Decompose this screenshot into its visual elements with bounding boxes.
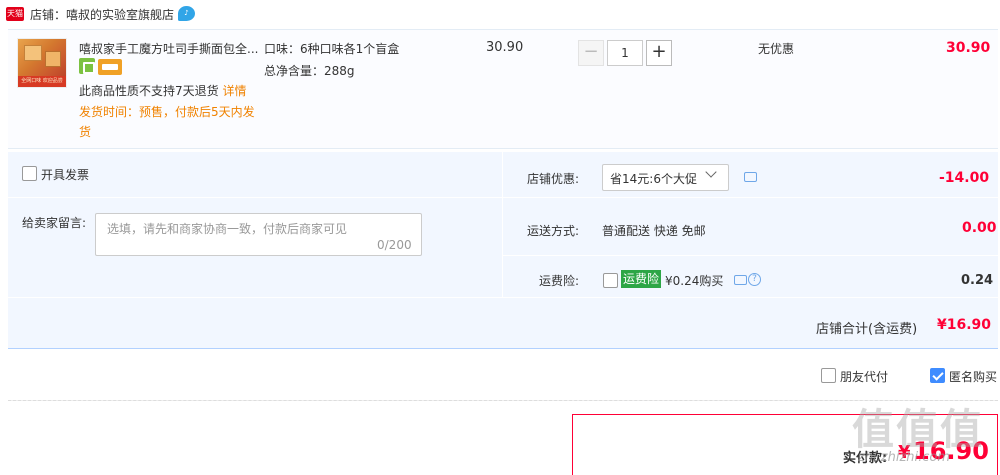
seller-message-label: 给卖家留言: [22, 216, 87, 230]
credit-card-icon [98, 59, 122, 75]
item-discount: 无优惠 [758, 42, 795, 56]
store-subtotal-label: 店铺合计(含运费) [816, 322, 918, 337]
invoice-label[interactable]: 开具发票 [41, 166, 89, 183]
no-return-notice: 此商品性质不支持7天退货 详情 [79, 82, 246, 99]
detail-link[interactable]: 详情 [222, 84, 246, 98]
quantity-increase-button[interactable]: + [646, 40, 672, 66]
comment-icon[interactable] [744, 172, 757, 182]
divider [502, 152, 503, 297]
freight-insurance-checkbox[interactable] [603, 273, 618, 288]
no-return-text: 此商品性质不支持7天退货 [79, 84, 219, 98]
freight-insurance-amount: 0.24 [961, 273, 994, 288]
watermark-logo: 值值值 [852, 405, 985, 454]
invoice-checkbox[interactable] [22, 166, 37, 181]
freight-insurance-label: 运费险: [539, 274, 580, 288]
store-promo-selected-value: 省14元:6个大促 [610, 172, 697, 186]
store-promo-amount: -14.00 [939, 170, 990, 186]
help-icon[interactable]: ? [748, 273, 761, 286]
ship-time-notice: 发货时间：预售，付款后5天内发货 [79, 105, 255, 139]
divider [8, 400, 998, 401]
freight-insurance-price: ¥0.24购买 [665, 274, 724, 288]
product-title-link[interactable]: 嘻叔家手工魔方吐司手撕面包全... [79, 40, 258, 57]
anonymous-purchase-label[interactable]: 匿名购买 [949, 368, 997, 385]
comment-icon[interactable] [734, 275, 747, 285]
store-name[interactable]: 店铺：嘻叔的实验室旗舰店 [30, 6, 174, 23]
seller-message-placeholder: 选填，请先和商家协商一致，付款后商家可见 [107, 222, 348, 236]
watermark-url: zhi.zhizhi.com [858, 450, 951, 465]
sku-weight: 总净含量：288g [264, 64, 355, 78]
thumbnail-bread-cube [24, 45, 42, 61]
tmall-badge: 天猫 [6, 7, 24, 21]
divider [8, 297, 998, 298]
quantity-decrease-button[interactable]: − [578, 40, 604, 66]
thumbnail-band-text: 全网口味 欢迎品尝 [18, 76, 66, 87]
wangwang-chat-icon[interactable]: ♪ [178, 6, 195, 21]
shipping-cost: 0.00 [962, 220, 997, 236]
divider [503, 197, 998, 198]
sku-flavor: 口味：6种口味各1个盲盒 [264, 42, 400, 56]
friend-pay-checkbox[interactable] [821, 368, 836, 383]
store-subtotal-value: ¥16.90 [937, 317, 992, 333]
seller-message-char-count: 0/200 [377, 238, 412, 252]
divider [503, 255, 998, 256]
unit-price: 30.90 [486, 40, 524, 55]
shipping-method-value: 普通配送 快递 免邮 [602, 224, 706, 238]
product-thumbnail[interactable]: 全网口味 欢迎品尝 [17, 38, 67, 88]
anonymous-purchase-checkbox[interactable] [930, 368, 945, 383]
quantity-input[interactable] [607, 40, 643, 66]
shipping-method-label: 运送方式: [527, 224, 580, 238]
freight-insurance-badge: 运费险 [621, 270, 662, 288]
service-guarantee-icon [79, 58, 95, 74]
item-total-price: 30.90 [946, 40, 991, 56]
divider [8, 197, 502, 198]
thumbnail-bread-cube [45, 51, 61, 67]
friend-pay-label[interactable]: 朋友代付 [840, 368, 888, 385]
store-promo-label: 店铺优惠: [527, 172, 580, 186]
